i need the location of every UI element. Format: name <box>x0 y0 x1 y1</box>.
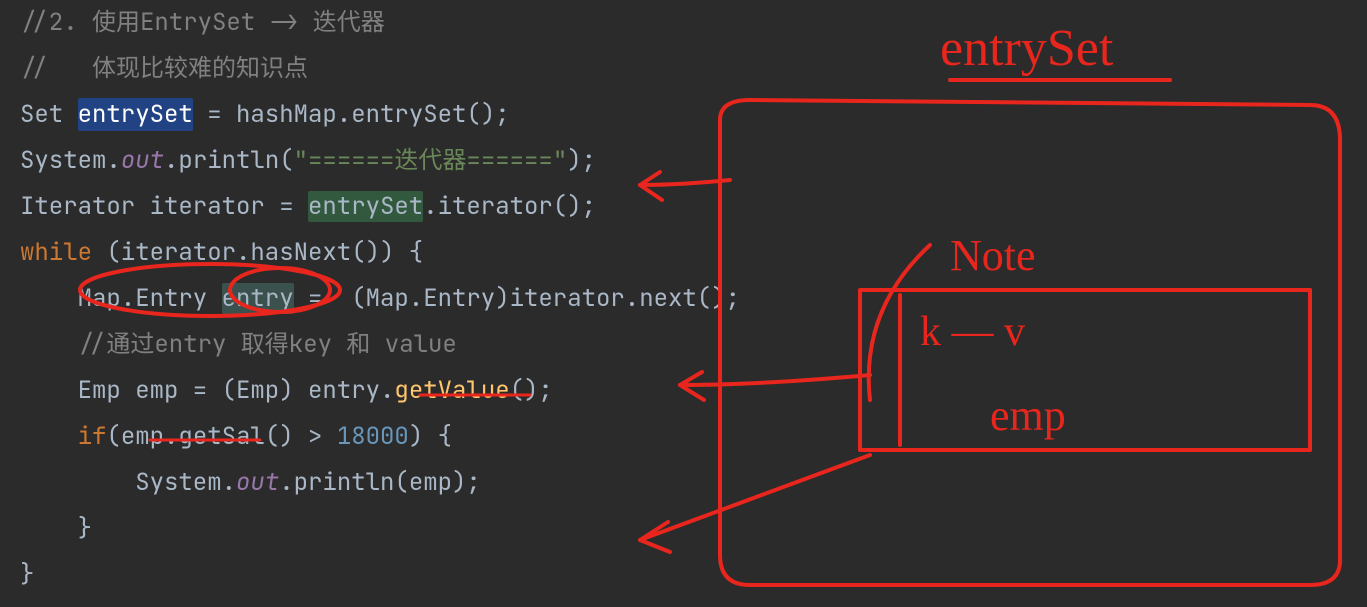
code-text: (emp. <box>106 421 178 452</box>
code-line: Iterator iterator = entrySet.iterator(); <box>20 184 1347 230</box>
code-text: ); <box>567 145 596 176</box>
indent <box>20 467 135 498</box>
number-literal: 18000 <box>337 421 409 452</box>
code-line: System.out.println("======迭代器======"); <box>20 138 1347 184</box>
code-text: Iterator iterator = <box>20 191 308 222</box>
code-line: //通过entry 取得key 和 value <box>20 322 1347 368</box>
code-text: = (Map.Entry)iterator.next(); <box>294 283 740 314</box>
field: out <box>121 145 164 176</box>
indent <box>20 283 78 314</box>
keyword: while <box>20 237 92 268</box>
indent <box>20 421 78 452</box>
brace: } <box>78 513 92 544</box>
code-text: System. <box>20 145 121 176</box>
code-text: (); <box>510 375 553 406</box>
comment: //通过entry 取得key 和 value <box>78 329 457 360</box>
indent <box>20 375 78 406</box>
comment: // 体现比较难的知识点 <box>20 53 308 84</box>
code-text: .iterator(); <box>423 191 596 222</box>
code-line: } <box>20 506 1347 552</box>
code-text: (iterator.hasNext()) { <box>92 237 423 268</box>
code-line: } <box>20 552 1347 598</box>
brace: } <box>20 559 34 590</box>
indent <box>20 513 78 544</box>
code-text: .println( <box>164 145 294 176</box>
code-text: ) { <box>409 421 452 452</box>
code-line: Map.Entry entry = (Map.Entry)iterator.ne… <box>20 276 1347 322</box>
method-call: getValue <box>394 375 509 406</box>
method-call: getSal <box>178 421 264 452</box>
method-call: entrySet <box>351 99 466 130</box>
code-text: () > <box>265 421 337 452</box>
code-line: while (iterator.hasNext()) { <box>20 230 1347 276</box>
comment: //2. 使用EntrySet -> 迭代器 <box>20 7 385 38</box>
field: out <box>236 467 279 498</box>
code-line: // 体现比较难的知识点 <box>20 46 1347 92</box>
code-editor[interactable]: //2. 使用EntrySet -> 迭代器 // 体现比较难的知识点 Set … <box>0 0 1367 607</box>
selected-identifier: entrySet <box>78 98 193 131</box>
usage-highlight: entrySet <box>308 191 423 222</box>
keyword: if <box>78 421 107 452</box>
code-text: System. <box>135 467 236 498</box>
code-line: //2. 使用EntrySet -> 迭代器 <box>20 0 1347 46</box>
type: Set <box>20 99 78 130</box>
indent <box>20 329 78 360</box>
code-line: if(emp.getSal() > 18000) { <box>20 414 1347 460</box>
code-line: Emp emp = (Emp) entry.getValue(); <box>20 368 1347 414</box>
code-text: = hashMap. <box>193 99 351 130</box>
code-line: System.out.println(emp); <box>20 460 1347 506</box>
code-text: Map.Entry <box>78 283 222 314</box>
code-text: .println(emp); <box>279 467 481 498</box>
string-literal: "======迭代器======" <box>294 145 568 176</box>
usage-highlight: entry <box>222 283 294 314</box>
code-line: Set entrySet = hashMap.entrySet(); <box>20 92 1347 138</box>
code-text: (); <box>466 99 509 130</box>
code-text: Emp emp = (Emp) entry. <box>78 375 395 406</box>
